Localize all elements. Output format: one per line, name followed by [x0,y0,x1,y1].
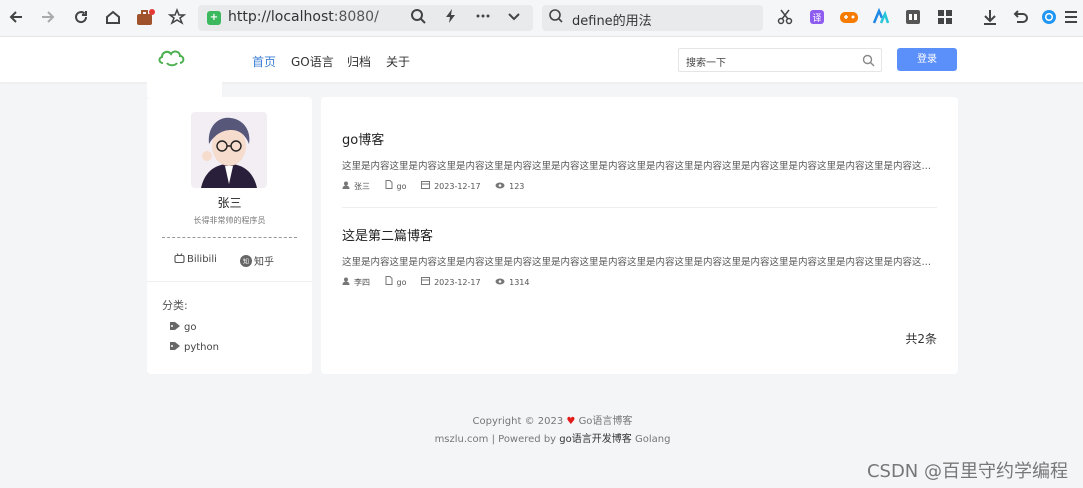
browser-toolbar: + http://localhost:8080/ define的用法 译 [0,0,1083,37]
menu-icon[interactable] [1061,8,1081,28]
category-heading: 分类: [162,299,188,312]
login-button[interactable]: 登录 [897,48,957,71]
footer-copyright: Copyright © 2023 ♥ Go语言博客 [0,412,1083,427]
total-count: 共2条 [905,332,937,346]
search-icon[interactable] [862,54,875,67]
secure-icon: + [207,11,221,25]
footer-blog-name[interactable]: Go语言博客 [579,416,633,427]
post-category: go [396,278,407,287]
divider [342,207,937,208]
game-icon[interactable] [839,8,859,28]
more-icon[interactable] [473,8,493,28]
tag-icon [170,342,180,350]
chevron-down-icon[interactable] [504,8,524,28]
post-meta: 李四 go 2023-12-17 1314 [342,276,541,288]
zhihu-icon: 知 [240,255,252,267]
file-icon [385,180,393,192]
zhihu-label: 知乎 [254,257,274,268]
svg-text:知: 知 [243,258,249,266]
post-list: go博客 这里是内容这里是内容这里是内容这里是内容这里是内容这里是内容这里是内容… [321,97,958,374]
post-author: 李四 [354,278,370,287]
nav-go[interactable]: GO语言 [291,53,334,70]
translate-icon[interactable]: 译 [807,8,827,28]
user-icon [342,277,350,288]
post-author: 张三 [354,182,370,191]
zoom-icon[interactable] [408,8,428,28]
category-label: python [184,342,219,353]
divider [147,281,312,282]
bilibili-link[interactable]: Bilibili [174,253,217,265]
eye-icon [495,182,505,192]
footer-powered-link[interactable]: go语言开发博客 [559,434,631,445]
post-title[interactable]: go博客 [342,129,384,148]
nav-archive[interactable]: 归档 [347,53,371,70]
post-views: 1314 [509,278,530,287]
site-search-input[interactable]: 搜索一下 [678,48,882,72]
divider [162,237,297,238]
back-icon[interactable] [6,8,26,28]
footer-domain: mszlu.com | Powered by [434,434,557,445]
download-icon[interactable] [980,8,1000,28]
svg-text:译: 译 [812,13,821,24]
bilibili-icon [174,253,185,264]
grid-icon[interactable] [935,8,955,28]
reload-icon[interactable] [71,8,91,28]
scissors-icon[interactable] [775,8,795,28]
star-icon[interactable] [167,7,187,28]
search-icon [546,8,566,28]
tag-icon [170,322,180,330]
category-label: go [184,322,197,333]
browser-search-text: define的用法 [572,14,652,29]
footer-golang: Golang [634,434,671,445]
app-icon[interactable] [871,7,891,28]
cloud-logo-icon [158,50,185,67]
post-summary: 这里是内容这里是内容这里是内容这里是内容这里是内容这里是内容这里是内容这里是内容… [342,161,932,172]
footer-powered: mszlu.com | Powered by go语言开发博客 Golang [0,430,1083,445]
copyright-text: Copyright © 2023 [472,416,564,427]
reader-icon[interactable] [903,8,923,28]
post-title[interactable]: 这是第二篇博客 [342,225,433,244]
site-search-placeholder: 搜索一下 [686,58,726,69]
author-name: 张三 [217,196,242,210]
lightning-icon[interactable] [441,8,461,28]
calendar-icon [421,277,431,288]
category-go[interactable]: go [169,321,196,333]
watermark: CSDN @百里守约学编程 [866,461,1068,482]
forward-icon[interactable] [38,8,58,28]
file-icon [385,276,393,288]
logo[interactable] [147,37,222,97]
heart-icon: ♥ [566,416,576,427]
url-host: http://localhost [228,9,334,25]
category-python[interactable]: python [169,341,219,353]
url-port: :8080/ [333,9,379,25]
post-views: 123 [509,182,525,191]
home-icon[interactable] [103,8,123,28]
avatar [191,112,267,188]
post-date: 2023-12-17 [434,182,481,191]
author-description: 长得非常帅的程序员 [193,216,266,225]
nav-about[interactable]: 关于 [386,53,410,70]
calendar-icon [421,181,431,192]
user-icon [342,181,350,192]
zhihu-link[interactable]: 知知乎 [240,253,274,268]
post-meta: 张三 go 2023-12-17 123 [342,180,536,192]
address-bar[interactable]: + http://localhost:8080/ [198,5,533,31]
briefcase-icon[interactable] [135,8,155,28]
undo-icon[interactable] [1010,8,1030,28]
browser-icon[interactable] [1039,8,1059,28]
post-summary: 这里是内容这里是内容这里是内容这里是内容这里是内容这里是内容这里是内容这里是内容… [342,257,932,268]
post-category: go [396,182,407,191]
profile-sidebar: 张三 长得非常帅的程序员 Bilibili 知知乎 分类: go python [147,97,312,374]
nav-home[interactable]: 首页 [252,53,276,70]
post-date: 2023-12-17 [434,278,481,287]
browser-search[interactable]: define的用法 [542,5,763,31]
eye-icon [495,278,505,288]
bilibili-label: Bilibili [187,254,217,265]
